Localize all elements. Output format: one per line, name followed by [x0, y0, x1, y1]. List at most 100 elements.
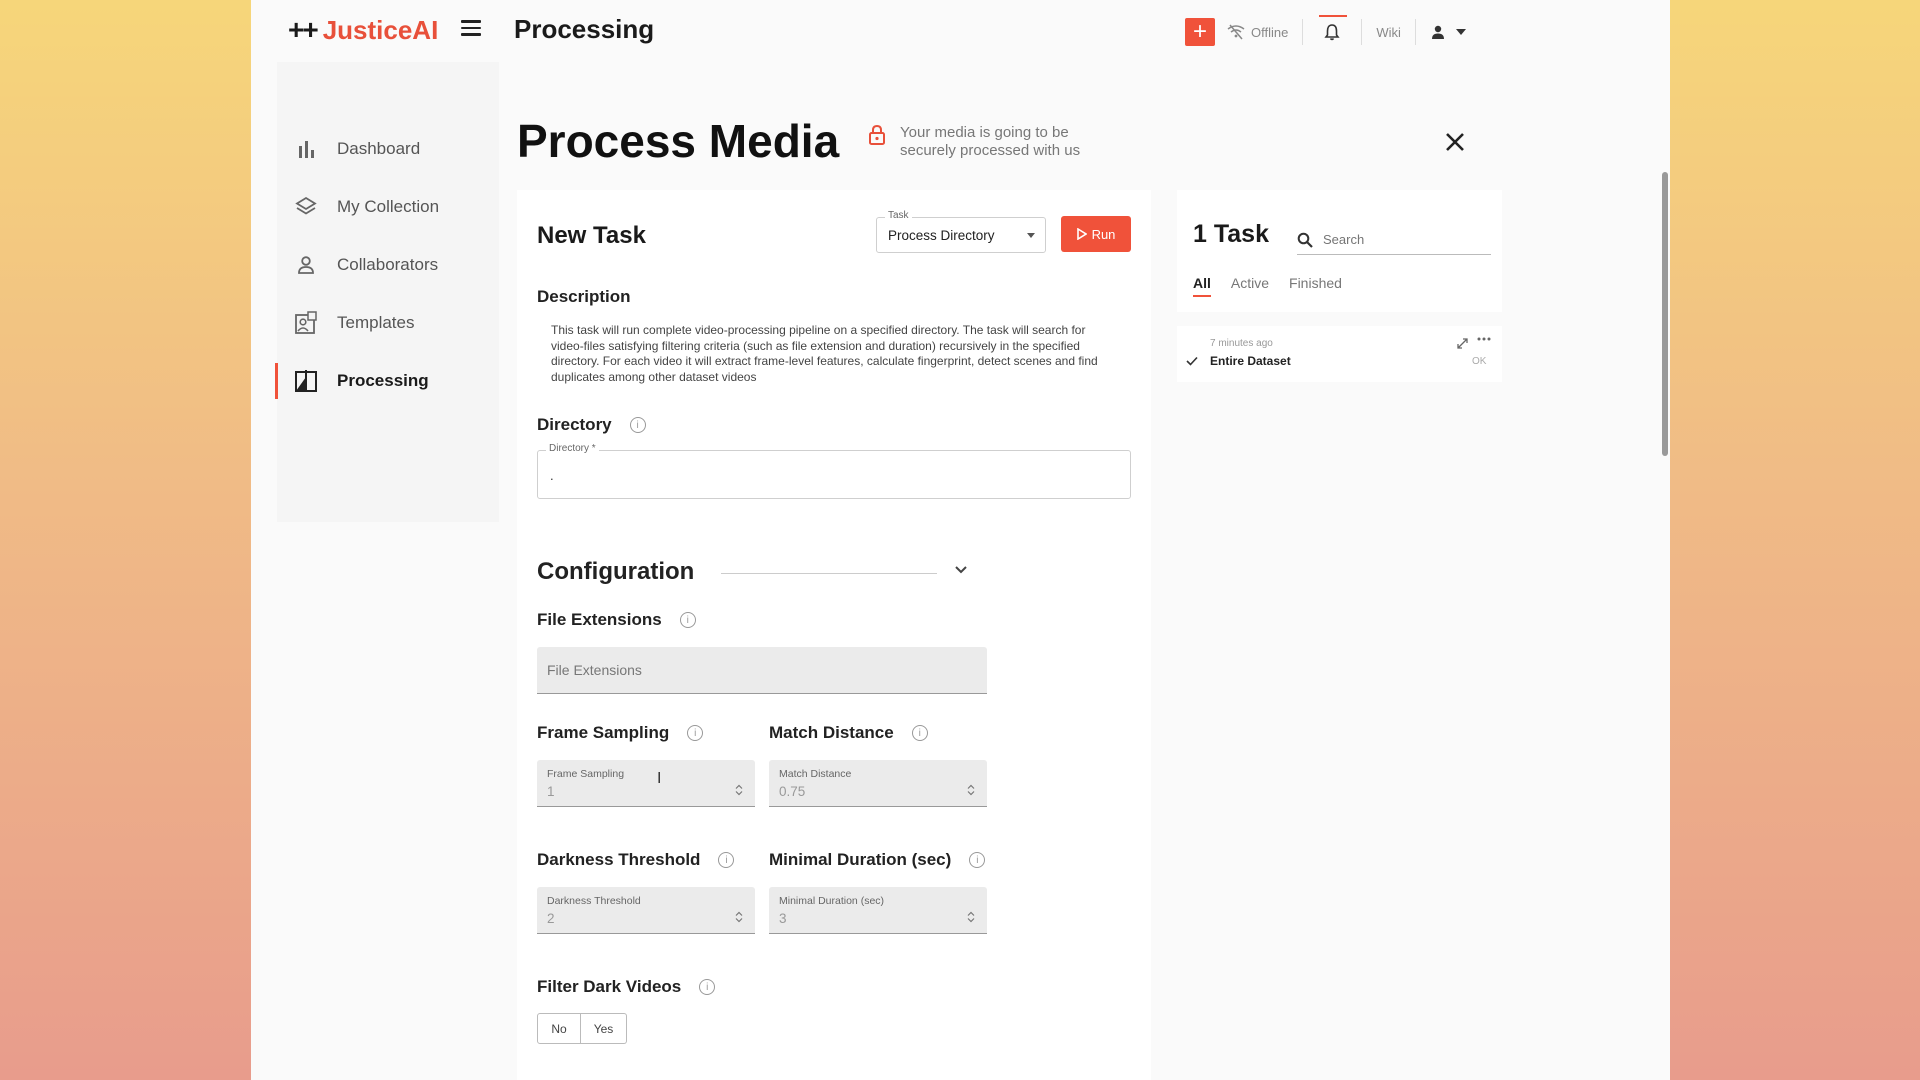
app-window: ++ JusticeAI Processing + Offline Wiki D…: [251, 0, 1670, 1080]
divider: [1414, 19, 1416, 45]
notifications-button[interactable]: [1317, 15, 1348, 46]
minimal-duration-field-label: Minimal Duration (sec): [779, 895, 885, 907]
minimal-duration-value: 3: [779, 911, 787, 926]
lock-icon: [869, 124, 885, 145]
user-icon: [1431, 25, 1444, 39]
task-time: 7 minutes ago: [1210, 338, 1273, 349]
sidebar-item-processing[interactable]: Processing: [275, 361, 499, 401]
filter-dark-label: Filter Dark Videos: [537, 977, 682, 996]
sidebar-item-label: Templates: [337, 313, 415, 332]
expand-icon[interactable]: [1457, 338, 1468, 349]
layers-icon: [293, 194, 319, 220]
offline-indicator[interactable]: Offline: [1227, 24, 1288, 40]
divider: [1302, 19, 1304, 45]
description-text: This task will run complete video-proces…: [551, 323, 1098, 384]
directory-input[interactable]: Directory * .: [537, 443, 1131, 499]
top-bar: ++ JusticeAI Processing + Offline Wiki: [251, 0, 1670, 62]
stepper-icon[interactable]: [735, 911, 743, 923]
file-extensions-heading: File Extensions i: [537, 610, 696, 630]
sidebar-item-label: Dashboard: [337, 139, 421, 158]
match-distance-value: 0.75: [779, 784, 806, 799]
app-logo[interactable]: ++ JusticeAI: [288, 14, 438, 46]
person-icon: [293, 252, 319, 278]
top-actions: + Offline Wiki: [1185, 15, 1466, 46]
caret-down-icon: [1027, 233, 1035, 238]
new-task-panel: New Task Task Process Directory Run Desc…: [517, 190, 1151, 1080]
directory-label: Directory: [537, 415, 612, 434]
tab-finished[interactable]: Finished: [1289, 275, 1342, 297]
filter-dark-toggle: No Yes: [537, 1013, 627, 1044]
info-icon[interactable]: i: [969, 852, 986, 868]
stepper-icon[interactable]: [735, 784, 743, 796]
minimal-duration-input[interactable]: Minimal Duration (sec) 3: [769, 887, 987, 934]
info-icon[interactable]: i: [679, 612, 696, 628]
match-distance-label: Match Distance: [769, 723, 894, 742]
bar-chart-icon: [293, 136, 319, 162]
info-icon[interactable]: i: [718, 852, 735, 868]
darkness-threshold-value: 2: [547, 911, 555, 926]
search-icon: [1297, 232, 1313, 248]
task-list-item[interactable]: 7 minutes ago Entire Dataset OK: [1177, 326, 1502, 382]
task-tabs: All Active Finished: [1193, 275, 1342, 297]
stepper-icon[interactable]: [967, 784, 975, 796]
darkness-threshold-input[interactable]: Darkness Threshold 2: [537, 887, 755, 934]
processing-icon: [293, 368, 319, 394]
task-select-value: Process Directory: [888, 228, 995, 243]
sidebar-item-label: My Collection: [337, 197, 440, 216]
menu-icon[interactable]: [461, 20, 481, 36]
filter-dark-no-button[interactable]: No: [537, 1013, 581, 1044]
stepper-icon[interactable]: [967, 911, 975, 923]
tab-all[interactable]: All: [1193, 275, 1211, 297]
close-icon[interactable]: [1443, 130, 1467, 154]
sidebar: Dashboard My Collection Collaborators Te…: [275, 62, 499, 522]
caret-down-icon: [1455, 29, 1466, 35]
filter-dark-yes-button[interactable]: Yes: [581, 1013, 627, 1044]
darkness-threshold-field-label: Darkness Threshold: [547, 895, 641, 907]
check-icon: [1186, 356, 1198, 366]
tasks-panel-header: 1 Task All Active Finished: [1177, 190, 1502, 312]
frame-sampling-heading: Frame Sampling i: [537, 723, 704, 743]
minimal-duration-heading: Minimal Duration (sec) i: [769, 850, 986, 870]
info-icon[interactable]: i: [699, 979, 716, 995]
darkness-threshold-heading: Darkness Threshold i: [537, 850, 735, 870]
user-menu[interactable]: [1430, 24, 1466, 40]
sidebar-item-label: Processing: [337, 371, 429, 390]
info-icon[interactable]: i: [687, 725, 704, 741]
file-extensions-label: File Extensions: [537, 610, 662, 629]
chevron-down-icon[interactable]: [954, 565, 968, 575]
sidebar-item-collaborators[interactable]: Collaborators: [277, 245, 499, 285]
page-title: Process Media: [517, 115, 840, 167]
wifi-off-icon: [1227, 24, 1245, 40]
new-task-heading: New Task: [537, 222, 646, 249]
directory-heading: Directory i: [537, 415, 646, 435]
search-input[interactable]: [1323, 227, 1483, 251]
tasks-count: 1 Task: [1193, 220, 1269, 248]
info-icon[interactable]: i: [629, 417, 646, 433]
tab-active[interactable]: Active: [1231, 275, 1269, 297]
logo-plus: ++: [288, 14, 319, 45]
add-button[interactable]: +: [1185, 18, 1215, 46]
file-extensions-input[interactable]: File Extensions: [537, 647, 987, 694]
sidebar-item-label: Collaborators: [337, 255, 439, 274]
divider: [1361, 19, 1363, 45]
task-select[interactable]: Task Process Directory: [876, 210, 1046, 253]
sidebar-item-templates[interactable]: Templates: [277, 303, 499, 343]
frame-sampling-field-label: Frame Sampling: [547, 768, 625, 780]
secure-notice-text: Your media is going to be securely proce…: [900, 124, 1081, 159]
run-button[interactable]: Run: [1061, 216, 1131, 252]
frame-sampling-label: Frame Sampling: [537, 723, 670, 742]
scrollbar[interactable]: [1662, 172, 1668, 456]
text-cursor-icon: I: [657, 770, 662, 787]
wiki-link[interactable]: Wiki: [1376, 25, 1401, 40]
run-label: Run: [1091, 226, 1116, 242]
match-distance-field-label: Match Distance: [779, 768, 852, 780]
match-distance-input[interactable]: Match Distance 0.75: [769, 760, 987, 807]
minimal-duration-label: Minimal Duration (sec): [769, 850, 952, 869]
match-distance-heading: Match Distance i: [769, 723, 928, 743]
frame-sampling-input[interactable]: Frame Sampling 1: [537, 760, 755, 807]
sidebar-item-dashboard[interactable]: Dashboard: [277, 129, 499, 169]
bell-icon: [1324, 24, 1340, 41]
info-icon[interactable]: i: [911, 725, 928, 741]
sidebar-item-my-collection[interactable]: My Collection: [277, 187, 499, 227]
more-icon[interactable]: [1477, 336, 1491, 342]
